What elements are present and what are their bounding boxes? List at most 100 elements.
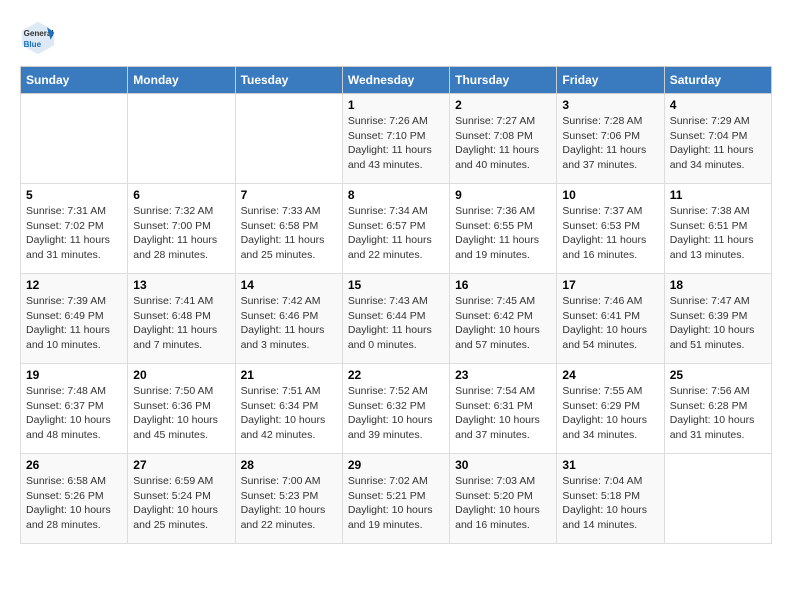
weekday-header-friday: Friday: [557, 67, 664, 94]
calendar-week-2: 12 Sunrise: 7:39 AM Sunset: 6:49 PM Dayli…: [21, 274, 772, 364]
calendar-cell: 21 Sunrise: 7:51 AM Sunset: 6:34 PM Dayli…: [235, 364, 342, 454]
day-info: Sunrise: 7:48 AM Sunset: 6:37 PM Dayligh…: [26, 384, 122, 443]
day-info: Sunrise: 7:56 AM Sunset: 6:28 PM Dayligh…: [670, 384, 766, 443]
calendar-cell: 28Sunrise: 7:00 AM Sunset: 5:23 PM Dayli…: [235, 454, 342, 544]
weekday-header-tuesday: Tuesday: [235, 67, 342, 94]
calendar-cell: 9 Sunrise: 7:36 AM Sunset: 6:55 PM Daylig…: [450, 184, 557, 274]
day-number: 2: [455, 98, 551, 112]
calendar-cell: 16Sunrise: 7:45 AM Sunset: 6:42 PM Dayli…: [450, 274, 557, 364]
day-number: 26: [26, 458, 122, 472]
day-number: 3: [562, 98, 658, 112]
calendar-cell: 24 Sunrise: 7:55 AM Sunset: 6:29 PM Dayli…: [557, 364, 664, 454]
calendar-cell: 15 Sunrise: 7:43 AM Sunset: 6:44 PM Dayli…: [342, 274, 449, 364]
day-info: Sunrise: 7:51 AM Sunset: 6:34 PM Dayligh…: [241, 384, 337, 443]
day-info: Sunrise: 7:03 AM Sunset: 5:20 PM Dayligh…: [455, 474, 551, 533]
day-info: Sunrise: 7:55 AM Sunset: 6:29 PM Dayligh…: [562, 384, 658, 443]
calendar-cell: 7 Sunrise: 7:33 AM Sunset: 6:58 PM Daylig…: [235, 184, 342, 274]
calendar-cell: 27 Sunrise: 6:59 AM Sunset: 5:24 PM Dayli…: [128, 454, 235, 544]
day-number: 22: [348, 368, 444, 382]
calendar-header: SundayMondayTuesdayWednesdayThursdayFrid…: [21, 67, 772, 94]
day-info: Sunrise: 6:59 AM Sunset: 5:24 PM Dayligh…: [133, 474, 229, 533]
day-number: 6: [133, 188, 229, 202]
day-info: Sunrise: 7:50 AM Sunset: 6:36 PM Dayligh…: [133, 384, 229, 443]
calendar-week-3: 19 Sunrise: 7:48 AM Sunset: 6:37 PM Dayli…: [21, 364, 772, 454]
calendar-cell: 5Sunrise: 7:31 AM Sunset: 7:02 PM Daylig…: [21, 184, 128, 274]
day-number: 17: [562, 278, 658, 292]
day-number: 1: [348, 98, 444, 112]
calendar-cell: 29 Sunrise: 7:02 AM Sunset: 5:21 PM Dayli…: [342, 454, 449, 544]
calendar-cell: 3 Sunrise: 7:28 AM Sunset: 7:06 PM Daylig…: [557, 94, 664, 184]
calendar-cell: 13 Sunrise: 7:41 AM Sunset: 6:48 PM Dayli…: [128, 274, 235, 364]
day-number: 14: [241, 278, 337, 292]
day-number: 12: [26, 278, 122, 292]
calendar-cell: 6 Sunrise: 7:32 AM Sunset: 7:00 PM Daylig…: [128, 184, 235, 274]
day-number: 30: [455, 458, 551, 472]
day-info: Sunrise: 7:41 AM Sunset: 6:48 PM Dayligh…: [133, 294, 229, 353]
calendar-cell: 11Sunrise: 7:38 AM Sunset: 6:51 PM Dayli…: [664, 184, 771, 274]
day-info: Sunrise: 7:34 AM Sunset: 6:57 PM Dayligh…: [348, 204, 444, 263]
calendar-week-1: 5Sunrise: 7:31 AM Sunset: 7:02 PM Daylig…: [21, 184, 772, 274]
calendar-cell: 1 Sunrise: 7:26 AM Sunset: 7:10 PM Daylig…: [342, 94, 449, 184]
day-number: 10: [562, 188, 658, 202]
day-number: 23: [455, 368, 551, 382]
calendar-table: SundayMondayTuesdayWednesdayThursdayFrid…: [20, 66, 772, 544]
day-number: 15: [348, 278, 444, 292]
logo-icon: General Blue: [20, 20, 56, 56]
day-info: Sunrise: 7:52 AM Sunset: 6:32 PM Dayligh…: [348, 384, 444, 443]
calendar-cell: 19 Sunrise: 7:48 AM Sunset: 6:37 PM Dayli…: [21, 364, 128, 454]
calendar-cell: 12 Sunrise: 7:39 AM Sunset: 6:49 PM Dayli…: [21, 274, 128, 364]
day-info: Sunrise: 7:42 AM Sunset: 6:46 PM Dayligh…: [241, 294, 337, 353]
day-info: Sunrise: 7:02 AM Sunset: 5:21 PM Dayligh…: [348, 474, 444, 533]
day-info: Sunrise: 7:32 AM Sunset: 7:00 PM Dayligh…: [133, 204, 229, 263]
day-info: Sunrise: 7:04 AM Sunset: 5:18 PM Dayligh…: [562, 474, 658, 533]
day-info: Sunrise: 7:29 AM Sunset: 7:04 PM Dayligh…: [670, 114, 766, 173]
day-info: Sunrise: 7:26 AM Sunset: 7:10 PM Dayligh…: [348, 114, 444, 173]
day-info: Sunrise: 7:27 AM Sunset: 7:08 PM Dayligh…: [455, 114, 551, 173]
day-number: 21: [241, 368, 337, 382]
day-info: Sunrise: 7:39 AM Sunset: 6:49 PM Dayligh…: [26, 294, 122, 353]
day-number: 29: [348, 458, 444, 472]
day-info: Sunrise: 7:00 AM Sunset: 5:23 PM Dayligh…: [241, 474, 337, 533]
calendar-cell: [664, 454, 771, 544]
day-number: 25: [670, 368, 766, 382]
day-info: Sunrise: 7:54 AM Sunset: 6:31 PM Dayligh…: [455, 384, 551, 443]
calendar-cell: 18Sunrise: 7:47 AM Sunset: 6:39 PM Dayli…: [664, 274, 771, 364]
day-number: 18: [670, 278, 766, 292]
day-info: Sunrise: 7:36 AM Sunset: 6:55 PM Dayligh…: [455, 204, 551, 263]
day-number: 8: [348, 188, 444, 202]
calendar-body: 1 Sunrise: 7:26 AM Sunset: 7:10 PM Daylig…: [21, 94, 772, 544]
weekday-header-sunday: Sunday: [21, 67, 128, 94]
logo: General Blue: [20, 20, 62, 56]
calendar-cell: 8 Sunrise: 7:34 AM Sunset: 6:57 PM Daylig…: [342, 184, 449, 274]
day-number: 24: [562, 368, 658, 382]
day-info: Sunrise: 7:43 AM Sunset: 6:44 PM Dayligh…: [348, 294, 444, 353]
calendar-cell: 2 Sunrise: 7:27 AM Sunset: 7:08 PM Daylig…: [450, 94, 557, 184]
day-number: 9: [455, 188, 551, 202]
svg-text:Blue: Blue: [24, 40, 42, 49]
calendar-cell: 10 Sunrise: 7:37 AM Sunset: 6:53 PM Dayli…: [557, 184, 664, 274]
calendar-cell: 20Sunrise: 7:50 AM Sunset: 6:36 PM Dayli…: [128, 364, 235, 454]
day-number: 13: [133, 278, 229, 292]
calendar-cell: 14 Sunrise: 7:42 AM Sunset: 6:46 PM Dayli…: [235, 274, 342, 364]
day-info: Sunrise: 7:45 AM Sunset: 6:42 PM Dayligh…: [455, 294, 551, 353]
day-info: Sunrise: 7:33 AM Sunset: 6:58 PM Dayligh…: [241, 204, 337, 263]
calendar-cell: 26 Sunrise: 6:58 AM Sunset: 5:26 PM Dayli…: [21, 454, 128, 544]
calendar-cell: 22 Sunrise: 7:52 AM Sunset: 6:32 PM Dayli…: [342, 364, 449, 454]
calendar-week-0: 1 Sunrise: 7:26 AM Sunset: 7:10 PM Daylig…: [21, 94, 772, 184]
day-info: Sunrise: 7:28 AM Sunset: 7:06 PM Dayligh…: [562, 114, 658, 173]
weekday-header-wednesday: Wednesday: [342, 67, 449, 94]
calendar-cell: 25 Sunrise: 7:56 AM Sunset: 6:28 PM Dayli…: [664, 364, 771, 454]
calendar-cell: 30 Sunrise: 7:03 AM Sunset: 5:20 PM Dayli…: [450, 454, 557, 544]
weekday-header-row: SundayMondayTuesdayWednesdayThursdayFrid…: [21, 67, 772, 94]
day-info: Sunrise: 6:58 AM Sunset: 5:26 PM Dayligh…: [26, 474, 122, 533]
day-number: 4: [670, 98, 766, 112]
calendar-week-4: 26 Sunrise: 6:58 AM Sunset: 5:26 PM Dayli…: [21, 454, 772, 544]
day-number: 11: [670, 188, 766, 202]
calendar-cell: 31 Sunrise: 7:04 AM Sunset: 5:18 PM Dayli…: [557, 454, 664, 544]
day-number: 31: [562, 458, 658, 472]
day-info: Sunrise: 7:37 AM Sunset: 6:53 PM Dayligh…: [562, 204, 658, 263]
day-number: 19: [26, 368, 122, 382]
day-number: 27: [133, 458, 229, 472]
day-number: 7: [241, 188, 337, 202]
calendar-cell: 4 Sunrise: 7:29 AM Sunset: 7:04 PM Daylig…: [664, 94, 771, 184]
